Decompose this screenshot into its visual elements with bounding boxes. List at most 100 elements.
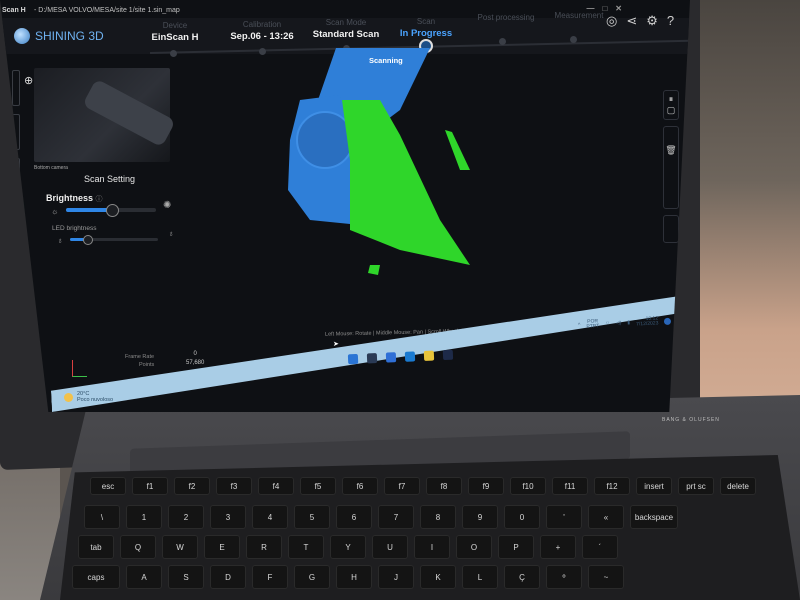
key[interactable]: U — [372, 535, 408, 559]
step-post-processing[interactable]: Post processing — [468, 13, 544, 22]
title-separator: - — [34, 7, 37, 14]
volume-icon[interactable]: ◁) — [616, 320, 622, 326]
edge-icon[interactable] — [404, 351, 416, 362]
step-calibration[interactable]: Calibration Sep.06 - 13:26 — [226, 20, 298, 42]
close-button[interactable]: ✕ — [615, 4, 630, 13]
network-icon[interactable]: ⌔ — [605, 321, 610, 327]
step-device[interactable]: Device EinScan H — [140, 21, 210, 43]
texture-camera-icon[interactable]: ◎ — [606, 13, 617, 29]
key[interactable]: f4 — [258, 477, 294, 495]
key[interactable]: Ç — [504, 565, 540, 589]
key[interactable]: Y — [330, 535, 366, 559]
key[interactable]: tab — [78, 535, 114, 559]
frame-rate-label: Frame Rate — [125, 354, 155, 360]
key[interactable]: backspace — [630, 505, 678, 529]
key[interactable]: P — [498, 535, 534, 559]
key[interactable]: f5 — [300, 477, 336, 495]
key[interactable]: L — [462, 565, 498, 589]
audio-brand-label: BANG & OLUFSEN — [662, 417, 720, 423]
led-brightness-slider[interactable] — [70, 235, 158, 245]
key[interactable]: insert — [636, 477, 672, 495]
key[interactable]: 6 — [336, 505, 372, 529]
tray-chevron-icon[interactable]: ^ — [578, 322, 581, 328]
key[interactable]: f9 — [468, 477, 504, 495]
key[interactable]: I — [414, 535, 450, 559]
step-measurement[interactable]: Measurement — [548, 11, 610, 20]
settings-icon[interactable]: ⚙ — [646, 13, 658, 29]
key[interactable]: R — [246, 535, 282, 559]
key[interactable]: J — [378, 565, 414, 589]
key[interactable]: º — [546, 565, 582, 589]
key[interactable]: 0 — [504, 505, 540, 529]
key[interactable]: 1 — [126, 505, 162, 529]
battery-icon[interactable]: ▮ — [627, 320, 630, 326]
key[interactable]: f1 — [132, 477, 168, 495]
step-scan-mode[interactable]: Scan Mode Standard Scan — [308, 18, 384, 40]
delete-icon[interactable]: 🗑 — [664, 145, 678, 156]
key[interactable]: f3 — [216, 477, 252, 495]
key[interactable]: 4 — [252, 505, 288, 529]
brightness-slider-knob[interactable] — [106, 204, 119, 217]
key[interactable]: f2 — [174, 477, 210, 495]
led-slider-knob[interactable] — [82, 235, 93, 245]
key[interactable]: f11 — [552, 477, 588, 495]
folder-icon[interactable] — [423, 350, 435, 361]
system-tray: ^ POR PTPT ⌔ ◁) ▮ 10:12 7/12/2023 — [578, 315, 672, 331]
key[interactable]: ~ — [588, 565, 624, 589]
key[interactable]: Q — [120, 535, 156, 559]
key[interactable]: ' — [546, 505, 582, 529]
notification-icon[interactable] — [664, 317, 672, 325]
key[interactable]: W — [162, 535, 198, 559]
key[interactable]: O — [456, 535, 492, 559]
step-dot-measurement — [570, 36, 577, 43]
left-tab[interactable] — [12, 70, 20, 106]
key[interactable]: f8 — [426, 477, 462, 495]
key[interactable]: caps — [72, 565, 120, 589]
scan-point-cloud[interactable] — [280, 40, 500, 280]
key[interactable]: + — [540, 535, 576, 559]
file-explorer-icon[interactable] — [366, 353, 378, 364]
edit-control-group: 🗑 — [663, 126, 679, 209]
stop-icon[interactable]: ▢ — [664, 105, 678, 116]
brightness-slider[interactable] — [66, 204, 156, 217]
key[interactable]: esc — [90, 477, 126, 495]
key[interactable]: f12 — [594, 477, 630, 495]
scan-app-icon[interactable] — [442, 349, 454, 361]
key[interactable]: \ — [84, 505, 120, 529]
taskbar-clock[interactable]: 10:12 7/12/2023 — [636, 315, 659, 327]
frame-rate-value: 0 — [193, 351, 197, 357]
zoom-in-icon[interactable]: ⊕ — [24, 74, 33, 87]
info-icon[interactable]: ⓘ — [96, 196, 103, 203]
key[interactable]: H — [336, 565, 372, 589]
key[interactable]: F — [252, 565, 288, 589]
key[interactable]: 9 — [462, 505, 498, 529]
key[interactable]: D — [210, 565, 246, 589]
key[interactable]: « — [588, 505, 624, 529]
key[interactable]: f6 — [342, 477, 378, 495]
key[interactable]: f10 — [510, 477, 546, 495]
help-icon[interactable]: ? — [667, 13, 674, 29]
key[interactable]: E — [204, 535, 240, 559]
key[interactable]: A — [126, 565, 162, 589]
share-icon[interactable]: ⋖ — [626, 13, 637, 29]
key[interactable]: 8 — [420, 505, 456, 529]
key[interactable]: K — [420, 565, 456, 589]
pause-icon[interactable]: ⏸ — [664, 94, 678, 105]
weather-widget[interactable]: 20°C Poco nuvoloso — [64, 391, 113, 403]
extra-control-group[interactable] — [663, 215, 679, 243]
key[interactable]: 7 — [378, 505, 414, 529]
key[interactable]: S — [168, 565, 204, 589]
key[interactable]: delete — [720, 477, 756, 495]
key[interactable]: G — [294, 565, 330, 589]
language-indicator[interactable]: POR PTPT — [586, 318, 599, 330]
key[interactable]: 5 — [294, 505, 330, 529]
key[interactable]: f7 — [384, 477, 420, 495]
key[interactable]: prt sc — [678, 477, 714, 495]
key[interactable]: 3 — [210, 505, 246, 529]
key[interactable]: T — [288, 535, 324, 559]
key[interactable]: ´ — [582, 535, 618, 559]
chat-icon[interactable] — [385, 352, 397, 363]
key[interactable]: 2 — [168, 505, 204, 529]
start-button[interactable] — [347, 353, 359, 365]
step-scan[interactable]: Scan In Progress — [395, 17, 457, 39]
